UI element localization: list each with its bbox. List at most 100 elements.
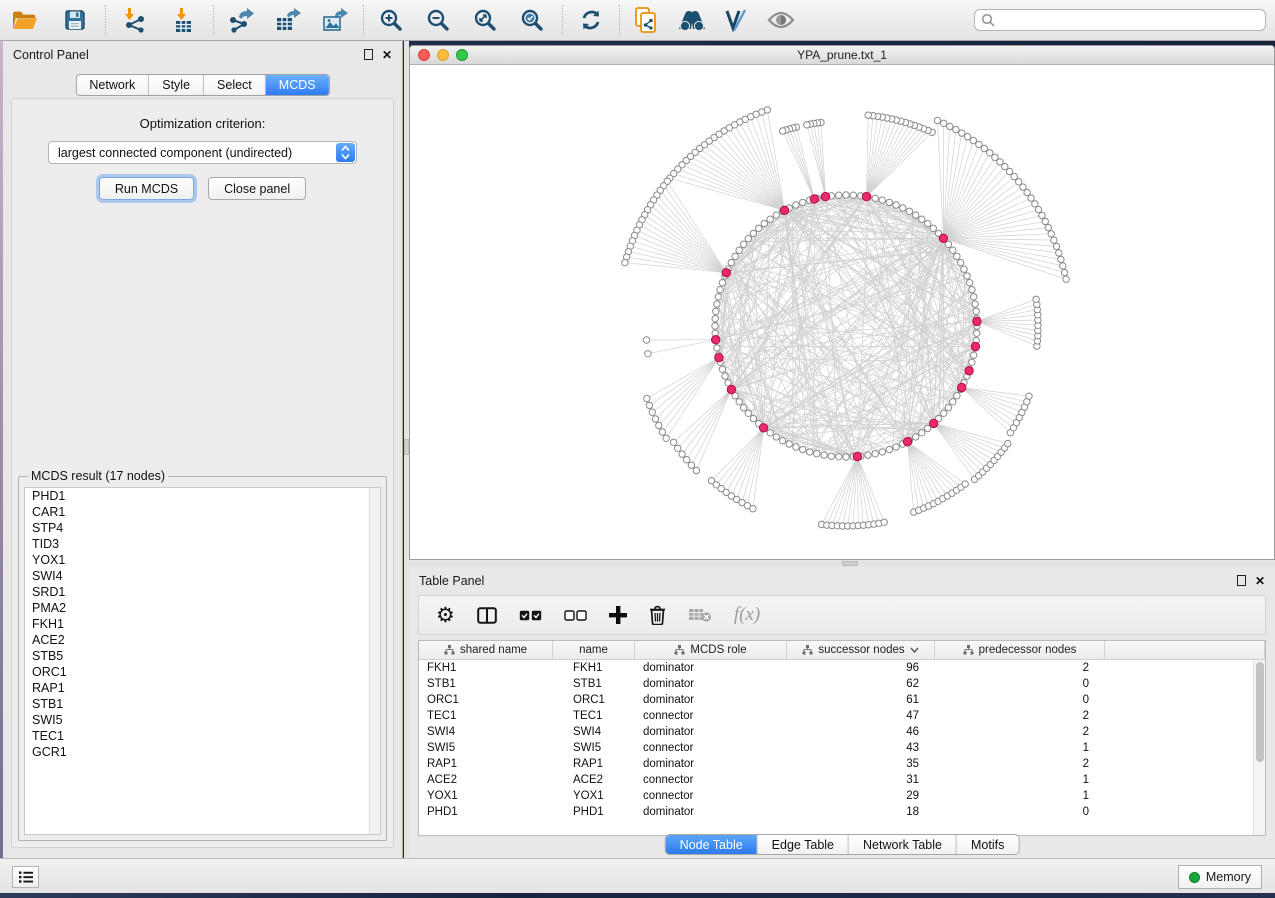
ring-node[interactable] (740, 241, 746, 247)
close-panel-icon[interactable]: ✕ (1255, 575, 1265, 587)
mcds-hub-node[interactable] (903, 438, 911, 446)
export-image-icon[interactable] (320, 5, 350, 35)
ring-node[interactable] (773, 212, 779, 218)
ring-node[interactable] (961, 266, 967, 272)
ring-node[interactable] (836, 192, 842, 198)
ring-node[interactable] (779, 438, 785, 444)
task-history-button[interactable] (12, 866, 39, 888)
leaf-node[interactable] (1039, 212, 1045, 218)
column-header-successor-nodes[interactable]: successor nodes (787, 641, 935, 659)
result-list-item[interactable]: STB1 (25, 696, 380, 712)
ring-node[interactable] (971, 352, 977, 358)
table-row[interactable]: ACE2ACE2connector311 (419, 772, 1265, 788)
select-all-icon[interactable] (519, 610, 542, 621)
ring-node[interactable] (750, 415, 756, 421)
table-row[interactable]: YOX1YOX1connector291 (419, 788, 1265, 804)
ring-node[interactable] (713, 308, 719, 314)
leaf-node[interactable] (1063, 276, 1069, 282)
result-list-item[interactable]: SRD1 (25, 584, 380, 600)
zoom-in-icon[interactable] (376, 5, 406, 35)
run-mcds-button[interactable]: Run MCDS (99, 177, 194, 200)
mcds-hub-node[interactable] (853, 452, 861, 460)
result-list-item[interactable]: TID3 (25, 536, 380, 552)
tab-node-table[interactable]: Node Table (666, 835, 758, 854)
leaf-node[interactable] (1045, 224, 1051, 230)
leaf-node[interactable] (934, 117, 940, 123)
column-header-shared-name[interactable]: shared name (419, 641, 553, 659)
ring-node[interactable] (786, 441, 792, 447)
ring-node[interactable] (974, 330, 980, 336)
tab-style[interactable]: Style (149, 75, 204, 95)
leaf-node[interactable] (1056, 250, 1062, 256)
leaf-node[interactable] (659, 429, 665, 435)
mcds-hub-node[interactable] (862, 192, 870, 200)
ring-node[interactable] (930, 225, 936, 231)
ring-node[interactable] (919, 430, 925, 436)
leaf-node[interactable] (1028, 195, 1034, 201)
leaf-node[interactable] (688, 462, 694, 468)
leaf-node[interactable] (962, 481, 968, 487)
export-network-icon[interactable] (226, 5, 256, 35)
ring-node[interactable] (745, 410, 751, 416)
ring-node[interactable] (886, 446, 892, 452)
ring-node[interactable] (728, 259, 734, 265)
result-list-scrollbar[interactable] (369, 488, 380, 834)
leaf-node[interactable] (1061, 269, 1067, 275)
mcds-hub-node[interactable] (939, 234, 947, 242)
leaf-node[interactable] (643, 337, 649, 343)
ring-node[interactable] (800, 199, 806, 205)
result-list-item[interactable]: SWI4 (25, 568, 380, 584)
leaf-node[interactable] (693, 467, 699, 473)
ring-node[interactable] (958, 259, 964, 265)
result-list-item[interactable]: PHD1 (25, 488, 380, 504)
leaf-node[interactable] (953, 126, 959, 132)
leaf-node[interactable] (976, 141, 982, 147)
column-header-predecessor-nodes[interactable]: predecessor nodes (935, 641, 1105, 659)
mcds-hub-node[interactable] (821, 192, 829, 200)
leaf-node[interactable] (644, 395, 650, 401)
ring-node[interactable] (913, 212, 919, 218)
import-table-icon[interactable] (168, 5, 198, 35)
ring-node[interactable] (843, 454, 849, 460)
leaf-node[interactable] (804, 122, 810, 128)
ring-node[interactable] (966, 280, 972, 286)
result-list-item[interactable]: SWI5 (25, 712, 380, 728)
ring-node[interactable] (793, 444, 799, 450)
leaf-node[interactable] (947, 123, 953, 129)
leaf-node[interactable] (959, 130, 965, 136)
mcds-hub-node[interactable] (759, 424, 767, 432)
ring-node[interactable] (722, 373, 728, 379)
leaf-node[interactable] (865, 112, 871, 118)
ring-node[interactable] (879, 197, 885, 203)
horizontal-splitter[interactable] (409, 560, 1275, 567)
mcds-hub-node[interactable] (965, 367, 973, 375)
ring-node[interactable] (945, 405, 951, 411)
ring-node[interactable] (919, 216, 925, 222)
mcds-hub-node[interactable] (780, 206, 788, 214)
ring-node[interactable] (865, 452, 871, 458)
tab-edge-table[interactable]: Edge Table (758, 835, 849, 854)
leaf-node[interactable] (1032, 201, 1038, 207)
ring-node[interactable] (773, 434, 779, 440)
ring-node[interactable] (969, 359, 975, 365)
leaf-node[interactable] (656, 422, 662, 428)
settings-gear-icon[interactable]: ⚙ (436, 605, 455, 626)
ring-node[interactable] (800, 446, 806, 452)
show-columns-icon[interactable] (477, 607, 497, 624)
leaf-node[interactable] (941, 120, 947, 126)
zoom-fit-icon[interactable] (470, 5, 500, 35)
leaf-node[interactable] (1042, 218, 1048, 224)
table-row[interactable]: STB1STB1dominator620 (419, 676, 1265, 692)
ring-node[interactable] (900, 205, 906, 211)
table-row[interactable]: ORC1ORC1dominator610 (419, 692, 1265, 708)
function-builder-icon[interactable]: f(x) (734, 604, 760, 626)
leaf-node[interactable] (1035, 206, 1041, 212)
network-window-titlebar[interactable]: YPA_prune.txt_1 (410, 46, 1274, 65)
mcds-hub-node[interactable] (810, 195, 818, 203)
leaf-node[interactable] (646, 402, 652, 408)
leaf-node[interactable] (1053, 243, 1059, 249)
leaf-node[interactable] (1016, 179, 1022, 185)
share-document-icon[interactable] (631, 5, 661, 35)
ring-node[interactable] (715, 294, 721, 300)
result-list-item[interactable]: TEC1 (25, 728, 380, 744)
